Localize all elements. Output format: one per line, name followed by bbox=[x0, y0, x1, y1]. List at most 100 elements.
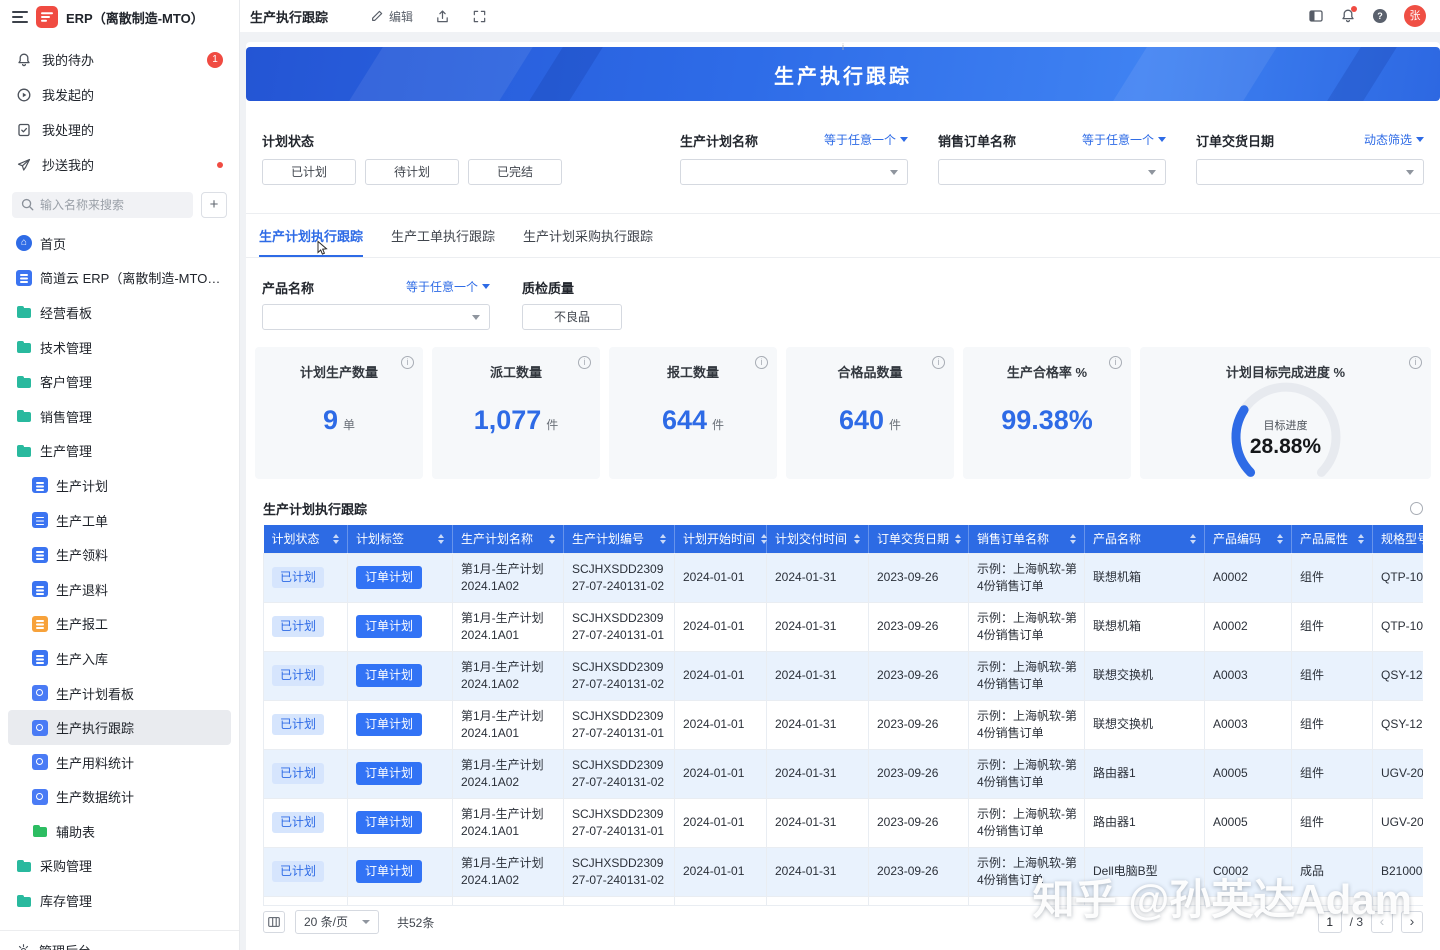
unread-dot bbox=[217, 162, 223, 168]
app-title: ERP（离散制造-MTO） bbox=[66, 8, 204, 27]
sidebar-item-label: 我处理的 bbox=[42, 120, 94, 139]
sidebar-item-processed[interactable]: 我处理的 bbox=[0, 112, 239, 147]
topbar: 生产执行跟踪 编辑 ? 张 bbox=[240, 0, 1440, 32]
dashboard-panel: 生产执行跟踪 计划状态 已计划待计划已完结 生产计划名称 等于任意一个 销售订单… bbox=[246, 42, 1440, 950]
sidebar-nav-item[interactable]: 采购管理 bbox=[8, 849, 231, 884]
sidebar-header: ERP（离散制造-MTO） bbox=[0, 0, 239, 34]
sidebar-item-todo[interactable]: 我的待办 1 bbox=[0, 42, 239, 77]
nav-item-label: 生产工单 bbox=[56, 511, 108, 530]
sidebar-nav-item[interactable]: 首页 bbox=[8, 226, 231, 261]
nav-item-label: 简道云 ERP（离散制造-MTO）… bbox=[40, 268, 223, 287]
nav-item-label: 生产数据统计 bbox=[56, 787, 134, 806]
info-icon[interactable] bbox=[1410, 502, 1423, 515]
nav-item-label: 生产执行跟踪 bbox=[56, 718, 134, 737]
nav-item-icon bbox=[32, 685, 48, 701]
sidebar-nav-item[interactable]: 辅助表 bbox=[8, 814, 231, 849]
nav-item-label: 首页 bbox=[40, 234, 66, 253]
nav-item-icon bbox=[32, 720, 48, 736]
fullscreen-icon[interactable] bbox=[472, 9, 487, 24]
sidebar-nav-item[interactable]: 生产执行跟踪 bbox=[8, 710, 231, 745]
nav-item-label: 生产管理 bbox=[40, 441, 92, 460]
sidebar-nav-item[interactable]: 生产数据统计 bbox=[8, 780, 231, 815]
nav-item-label: 生产领料 bbox=[56, 545, 108, 564]
nav-item-label: 经营看板 bbox=[40, 303, 92, 322]
nav-item-label: 采购管理 bbox=[40, 856, 92, 875]
play-circle-icon bbox=[16, 87, 32, 103]
nav-item-label: 生产计划 bbox=[56, 476, 108, 495]
help-icon[interactable]: ? bbox=[1372, 8, 1388, 24]
nav-item-label: 生产计划看板 bbox=[56, 684, 134, 703]
nav-item-icon bbox=[16, 408, 32, 424]
search-box bbox=[12, 192, 193, 218]
sidebar-nav-item[interactable]: 经营看板 bbox=[8, 295, 231, 330]
nav-item-label: 库存管理 bbox=[40, 891, 92, 910]
sidebar-nav-item[interactable]: 库存管理 bbox=[8, 883, 231, 918]
nav-item-icon bbox=[32, 754, 48, 770]
nav-item-icon bbox=[16, 235, 32, 251]
nav-item-icon bbox=[32, 581, 48, 597]
sidebar-item-label: 抄送我的 bbox=[42, 155, 94, 174]
search-icon bbox=[20, 197, 35, 212]
edit-button[interactable]: 编辑 bbox=[370, 8, 413, 25]
quick-menu: 我的待办 1 我发起的 我处理的 抄送我的 bbox=[0, 42, 239, 182]
nav-item-label: 辅助表 bbox=[56, 822, 95, 841]
breadcrumb-title: 生产执行跟踪 bbox=[250, 7, 328, 26]
nav-item-icon bbox=[32, 789, 48, 805]
sidebar: ERP（离散制造-MTO） 我的待办 1 我发起的 我处理的 抄送我的 + bbox=[0, 0, 240, 950]
sidebar-nav-item[interactable]: 简道云 ERP（离散制造-MTO）… bbox=[8, 261, 231, 296]
table-section: 生产计划执行跟踪 计划状态 计划标签 bbox=[263, 500, 1423, 938]
nav-item-icon bbox=[16, 893, 32, 909]
sidebar-nav: 首页 简道云 ERP（离散制造-MTO）… 经营看板 技术管理 客户管理 销售管… bbox=[0, 226, 239, 932]
nav-item-icon bbox=[16, 339, 32, 355]
edit-label: 编辑 bbox=[389, 8, 413, 25]
sidebar-nav-item[interactable]: 生产领料 bbox=[8, 537, 231, 572]
admin-console-label: 管理后台 bbox=[39, 941, 91, 950]
nav-item-icon bbox=[16, 270, 32, 286]
admin-console-link[interactable]: 管理后台 bbox=[0, 930, 239, 950]
add-button[interactable]: + bbox=[201, 192, 227, 218]
sidebar-nav-item[interactable]: 技术管理 bbox=[8, 330, 231, 365]
nav-item-icon bbox=[16, 443, 32, 459]
sidebar-nav-item[interactable]: 客户管理 bbox=[8, 364, 231, 399]
notifications-bell-icon[interactable] bbox=[1340, 8, 1356, 24]
nav-item-icon bbox=[32, 650, 48, 666]
sidebar-item-label: 我发起的 bbox=[42, 85, 94, 104]
nav-item-label: 生产入库 bbox=[56, 649, 108, 668]
nav-item-label: 客户管理 bbox=[40, 372, 92, 391]
search-input[interactable] bbox=[12, 192, 193, 218]
nav-item-label: 生产用料统计 bbox=[56, 753, 134, 772]
menu-toggle-icon[interactable] bbox=[12, 11, 28, 23]
nav-item-icon bbox=[16, 858, 32, 874]
app-logo bbox=[36, 6, 58, 28]
nav-item-label: 生产报工 bbox=[56, 614, 108, 633]
nav-item-icon bbox=[32, 477, 48, 493]
svg-text:?: ? bbox=[1377, 11, 1383, 21]
paper-plane-icon bbox=[16, 157, 32, 173]
panel-toggle-icon[interactable] bbox=[1308, 8, 1324, 24]
clipboard-check-icon bbox=[16, 122, 32, 138]
sidebar-item-label: 我的待办 bbox=[42, 50, 94, 69]
sidebar-nav-item[interactable]: 生产工单 bbox=[8, 503, 231, 538]
sidebar-nav-item[interactable]: 生产退料 bbox=[8, 572, 231, 607]
sidebar-item-cc[interactable]: 抄送我的 bbox=[0, 147, 239, 182]
page-size-select[interactable]: 20 条/页 bbox=[295, 910, 379, 934]
nav-item-icon bbox=[32, 616, 48, 632]
nav-item-icon bbox=[32, 547, 48, 563]
sidebar-nav-item[interactable]: 生产报工 bbox=[8, 607, 231, 642]
nav-item-label: 生产退料 bbox=[56, 580, 108, 599]
user-avatar[interactable]: 张 bbox=[1404, 5, 1426, 27]
sidebar-nav-item[interactable]: 生产入库 bbox=[8, 641, 231, 676]
notification-dot bbox=[1351, 6, 1357, 12]
nav-item-label: 技术管理 bbox=[40, 338, 92, 357]
sidebar-nav-item[interactable]: 生产管理 bbox=[8, 434, 231, 469]
export-icon[interactable] bbox=[435, 9, 450, 24]
main-area: 生产执行跟踪 计划状态 已计划待计划已完结 生产计划名称 等于任意一个 销售订单… bbox=[240, 32, 1440, 950]
sidebar-nav-item[interactable]: 销售管理 bbox=[8, 399, 231, 434]
nav-item-icon bbox=[16, 304, 32, 320]
mouse-cursor bbox=[316, 240, 329, 257]
nav-item-icon bbox=[16, 374, 32, 390]
sidebar-nav-item[interactable]: 生产计划看板 bbox=[8, 676, 231, 711]
sidebar-nav-item[interactable]: 生产计划 bbox=[8, 468, 231, 503]
sidebar-item-initiated[interactable]: 我发起的 bbox=[0, 77, 239, 112]
sidebar-nav-item[interactable]: 生产用料统计 bbox=[8, 745, 231, 780]
